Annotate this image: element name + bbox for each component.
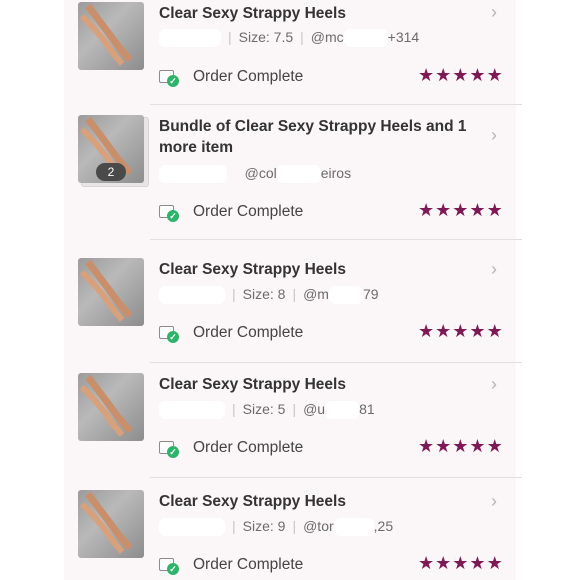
bundle-count-badge: 2 [96,163,126,181]
star-icon: ★ [435,65,452,85]
order-username-end: 79 [362,286,379,302]
order-title: Bundle of Clear Sexy Strappy Heels and 1… [159,118,467,156]
left-margin [0,0,64,580]
star-icon: ★ [469,436,486,456]
redacted-username [328,286,363,305]
order-title: Clear Sexy Strappy Heels [159,5,346,22]
order-username-end: 81 [359,401,375,417]
order-size: Size: 8 [242,286,286,302]
rating-stars: ★ ★ ★ ★ ★ [418,554,503,572]
order-complete-icon: ✓ [159,204,179,222]
chevron-right-icon: › [491,259,497,279]
star-icon: ★ [452,200,469,220]
order-meta: | Size: 7.5 | @mc +314 [159,29,420,48]
star-icon: ★ [486,65,503,85]
order-complete-icon: ✓ [159,69,179,87]
star-icon: ★ [435,436,452,456]
star-icon: ★ [486,200,503,220]
order-status-label: Order Complete [193,68,304,85]
order-status-label: Order Complete [193,203,304,220]
redacted-username [333,518,374,537]
star-icon: ★ [452,553,469,573]
order-title: Clear Sexy Strappy Heels [159,261,346,278]
star-icon: ★ [418,553,435,573]
order-size: Size: 7.5 [238,29,294,45]
star-icon: ★ [486,321,503,341]
chevron-right-icon: › [491,125,497,145]
order-username-end: ,25 [373,518,394,534]
star-icon: ★ [486,436,503,456]
order-username-end: +314 [387,29,420,45]
order-username-end: eiros [320,165,352,181]
order-row[interactable]: Clear Sexy Strappy Heels | Size: 5 | @u 81 ›… [64,363,516,477]
product-thumbnail [78,490,144,558]
order-row[interactable]: 2 Bundle of Clear Sexy Strappy Heels and… [64,105,516,239]
order-username-start: @col [244,165,277,181]
order-size: Size: 9 [242,518,286,534]
rating-stars: ★ ★ ★ ★ ★ [418,66,503,84]
order-title: Clear Sexy Strappy Heels [159,376,346,393]
order-status: ✓ Order Complete [159,554,303,576]
redacted-username [343,29,388,48]
star-icon: ★ [435,553,452,573]
order-status: ✓ Order Complete [159,437,303,459]
order-status-label: Order Complete [193,556,304,573]
redacted-username [325,401,360,420]
star-icon: ★ [452,321,469,341]
product-thumbnail [78,373,144,441]
order-complete-icon: ✓ [159,557,179,575]
order-username-start: @mc [310,29,344,45]
product-thumbnail [78,2,144,70]
order-row[interactable]: Clear Sexy Strappy Heels | Size: 7.5 | @mc +… [64,0,516,104]
star-icon: ★ [418,436,435,456]
star-icon: ★ [469,321,486,341]
product-thumbnail [78,258,144,326]
star-icon: ★ [452,65,469,85]
order-username-start: @tor [303,518,334,534]
chevron-right-icon: › [491,374,497,394]
order-username-start: @u [303,401,326,417]
redacted-price [159,29,221,48]
star-icon: ★ [469,65,486,85]
star-icon: ★ [486,553,503,573]
order-row[interactable]: Clear Sexy Strappy Heels | Size: 8 | @m 79 ›… [64,240,516,354]
redacted-price [159,165,227,184]
star-icon: ★ [452,436,469,456]
redacted-price [159,518,225,537]
star-icon: ★ [418,65,435,85]
rating-stars: ★ ★ ★ ★ ★ [418,201,503,219]
rating-stars: ★ ★ ★ ★ ★ [418,322,503,340]
order-complete-icon: ✓ [159,325,179,343]
redacted-username [276,165,321,184]
order-size: Size: 5 [242,401,286,417]
star-icon: ★ [469,200,486,220]
redacted-price [159,286,225,305]
order-meta: | Size: 5 | @u 81 [159,401,375,420]
star-icon: ★ [435,200,452,220]
order-username-start: @m [303,286,329,302]
order-status-label: Order Complete [193,324,304,341]
star-icon: ★ [469,553,486,573]
chevron-right-icon: › [491,491,497,511]
order-meta: |@coleiros [159,165,352,184]
star-icon: ★ [418,321,435,341]
order-meta: | Size: 9 | @tor ,25 [159,518,394,537]
order-status: ✓ Order Complete [159,66,303,88]
order-status: ✓ Order Complete [159,201,303,223]
rating-stars: ★ ★ ★ ★ ★ [418,437,503,455]
order-complete-icon: ✓ [159,440,179,458]
order-status-label: Order Complete [193,439,304,456]
star-icon: ★ [418,200,435,220]
chevron-right-icon: › [491,2,497,22]
star-icon: ★ [435,321,452,341]
order-meta: | Size: 8 | @m 79 [159,286,379,305]
redacted-price [159,401,225,420]
order-row[interactable]: Clear Sexy Strappy Heels | Size: 9 | @tor ,2… [64,478,516,580]
order-title: Clear Sexy Strappy Heels [159,493,346,510]
order-status: ✓ Order Complete [159,322,303,344]
